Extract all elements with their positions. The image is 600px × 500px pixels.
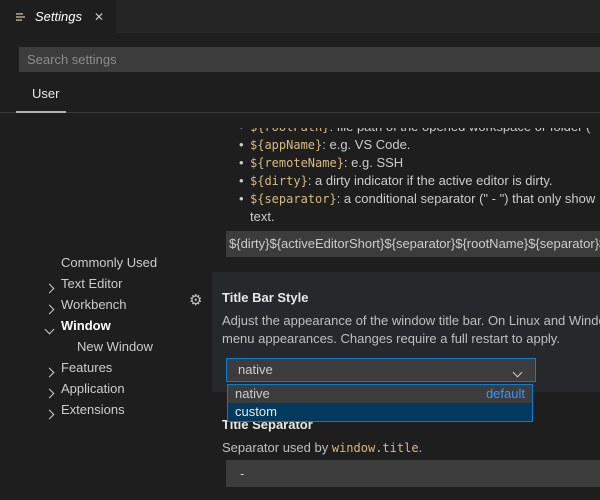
editor-tab-bar: Settings ✕ [0,0,600,33]
setting-gear-icon[interactable]: ⚙ [189,291,202,309]
title-separator-value-input[interactable]: - [226,460,600,487]
settings-sliders-icon [14,10,28,24]
chevron-right-icon [46,301,58,313]
title-bar-style-select[interactable]: native [226,358,536,382]
dropdown-option-custom[interactable]: custom [228,403,532,421]
window-title-variables-list: •${rootPath}: file path of the opened wo… [239,128,600,225]
variable-item: •${separator}: a conditional separator (… [239,190,600,208]
header-divider [0,112,600,113]
bullet-icon: • [239,154,250,172]
variable-item: •${rootPath}: file path of the opened wo… [239,128,600,136]
default-tag: default [486,385,525,403]
title-bar-style-dropdown: native default custom [227,384,533,422]
title-bar-style-description-line2: menu appearances. Changes require a full… [222,330,560,348]
settings-editor-window: Settings ✕ User Commonly Used Text Edito… [0,0,600,500]
tab-title: Settings [35,9,82,24]
bullet-icon: • [239,136,250,154]
chevron-right-icon [46,364,58,376]
variable-item: •${appName}: e.g. VS Code. [239,136,600,154]
variable-item: •${dirty}: a dirty indicator if the acti… [239,172,600,190]
chevron-down-icon [46,321,58,333]
variable-item-continuation: text. [239,208,600,225]
bullet-icon: • [239,190,250,208]
settings-toc-tree: Commonly Used Text Editor Workbench Wind… [0,119,210,500]
chevron-down-icon [513,368,523,378]
search-input[interactable] [19,47,600,72]
title-bar-style-heading: Title Bar Style [222,290,308,305]
close-icon[interactable]: ✕ [94,0,104,33]
user-scope-active-underline [16,111,66,113]
window-title-value-input[interactable]: ${dirty}${activeEditorShort}${separator}… [226,231,600,257]
chevron-right-icon [46,280,58,292]
tab-settings[interactable]: Settings ✕ [0,0,116,33]
chevron-right-icon [46,385,58,397]
dropdown-option-native[interactable]: native default [228,385,532,403]
title-separator-description: Separator used by window.title. [222,440,422,455]
variable-item: •${remoteName}: e.g. SSH [239,154,600,172]
settings-content-pane: •${rootPath}: file path of the opened wo… [210,119,600,500]
chevron-right-icon [46,406,58,418]
title-bar-style-description-line1: Adjust the appearance of the window titl… [222,312,600,330]
bullet-icon: • [239,172,250,190]
tab-user-scope[interactable]: User [32,86,59,101]
select-value: native [238,362,273,377]
bullet-icon: • [239,128,250,136]
